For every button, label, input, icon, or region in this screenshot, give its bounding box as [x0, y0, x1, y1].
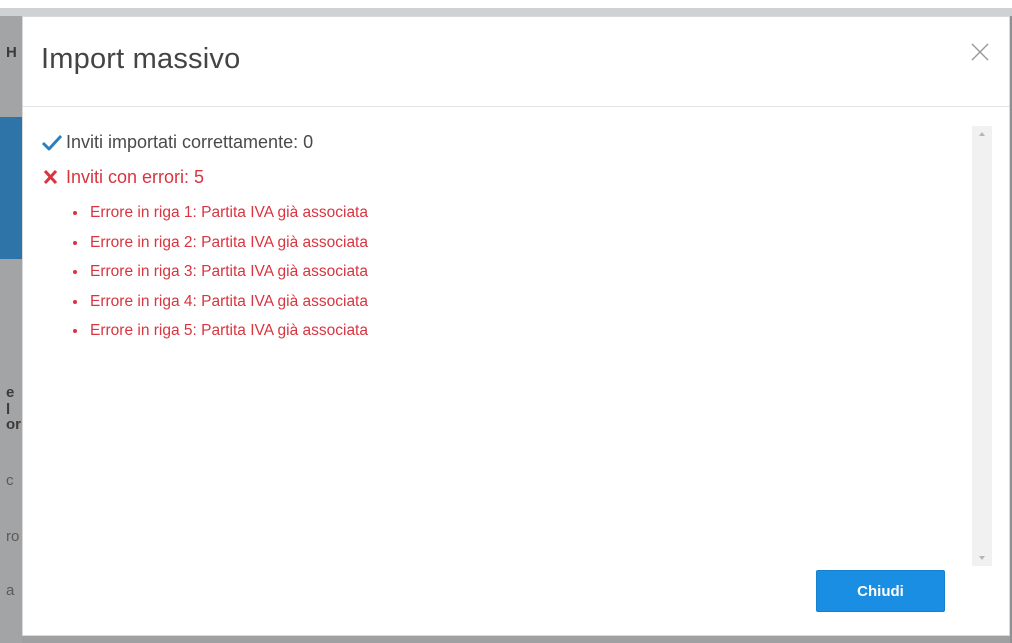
error-list-item: Errore in riga 3: Partita IVA già associ…	[73, 263, 368, 293]
background-text-fragment: a	[6, 582, 15, 599]
success-text: Inviti importati correttamente: 0	[66, 132, 314, 152]
dialog-body: Inviti importati correttamente: 0 Inviti…	[23, 108, 1009, 635]
x-icon	[41, 168, 63, 188]
background-top-bar	[0, 8, 1012, 16]
import-success-summary: Inviti importati correttamente: 0	[41, 132, 313, 153]
error-list-item: Errore in riga 2: Partita IVA già associ…	[73, 234, 368, 264]
background-banner	[0, 117, 22, 259]
background-left-content: H e l or c ro a	[0, 16, 22, 643]
background-text-fragment: c	[6, 472, 14, 489]
background-text-fragment: H	[6, 44, 17, 61]
scroll-up-arrow-icon[interactable]	[972, 126, 992, 142]
close-button[interactable]: Chiudi	[816, 570, 945, 612]
close-icon[interactable]	[967, 39, 993, 65]
check-icon	[41, 133, 63, 153]
dialog-title: Import massivo	[41, 43, 241, 75]
error-list-item: Errore in riga 1: Partita IVA già associ…	[73, 204, 368, 234]
error-list: Errore in riga 1: Partita IVA già associ…	[73, 204, 368, 352]
background-text-fragment: or	[6, 416, 21, 433]
scroll-down-arrow-icon[interactable]	[972, 550, 992, 566]
background-text-fragment: e l	[6, 384, 15, 418]
error-list-item: Errore in riga 4: Partita IVA già associ…	[73, 293, 368, 323]
import-error-summary: Inviti con errori: 5	[41, 167, 204, 188]
background-text-fragment: ro	[6, 528, 20, 545]
error-list-item: Errore in riga 5: Partita IVA già associ…	[73, 322, 368, 352]
dialog-header: Import massivo	[23, 17, 1009, 107]
scrollbar[interactable]	[972, 126, 992, 566]
error-text: Inviti con errori: 5	[66, 167, 205, 187]
import-dialog: Import massivo Inviti importati corretta…	[22, 16, 1010, 636]
